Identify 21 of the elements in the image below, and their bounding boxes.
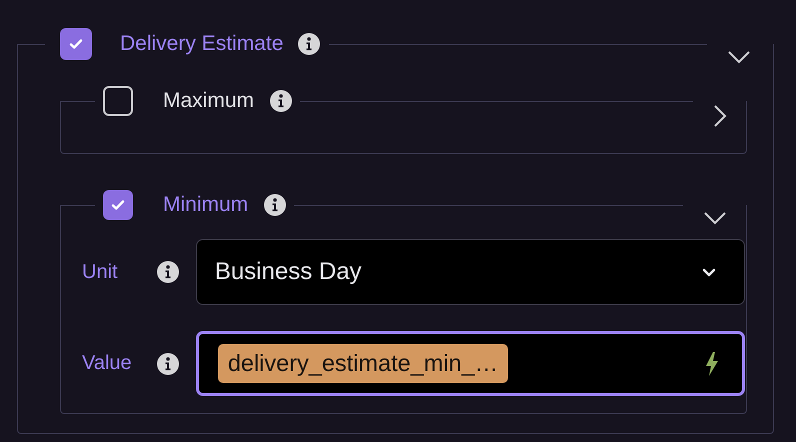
info-icon[interactable] <box>263 193 288 217</box>
section-title: Maximum <box>163 89 254 113</box>
checkbox[interactable] <box>103 190 133 220</box>
value-field[interactable]: delivery_estimate_min_… <box>196 331 745 396</box>
info-icon[interactable] <box>297 32 322 56</box>
chevron-right-icon[interactable] <box>713 104 727 128</box>
field-label: Value <box>82 352 133 375</box>
chevron-down-icon <box>702 268 716 276</box>
chevron-down-icon[interactable] <box>727 50 751 64</box>
info-icon[interactable] <box>269 89 294 113</box>
section-title: Delivery Estimate <box>120 32 284 56</box>
chevron-down-icon[interactable] <box>703 211 727 225</box>
variable-chip[interactable]: delivery_estimate_min_… <box>218 344 508 383</box>
checkbox[interactable] <box>60 28 92 60</box>
info-icon[interactable] <box>156 260 180 284</box>
unit-select[interactable]: Business Day <box>196 239 745 305</box>
section-title: Minimum <box>163 193 248 217</box>
lightning-icon[interactable] <box>704 350 720 376</box>
info-icon[interactable] <box>156 352 180 376</box>
field-label: Unit <box>82 260 119 284</box>
checkbox[interactable] <box>103 86 133 116</box>
